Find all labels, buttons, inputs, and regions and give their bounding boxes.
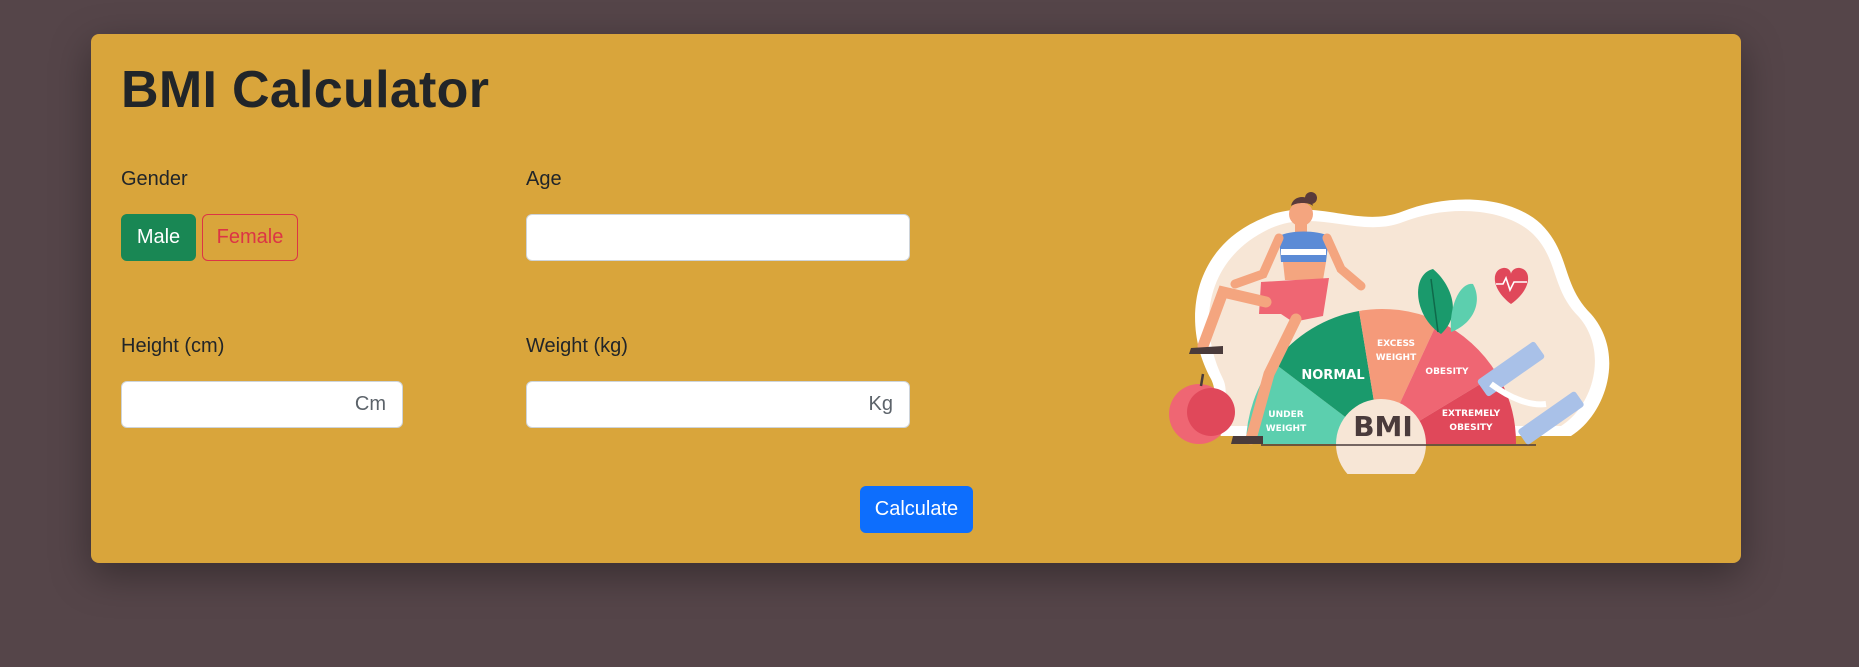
height-unit: Cm xyxy=(354,393,386,415)
gauge-excess-text-1: EXCESS xyxy=(1377,339,1415,349)
gauge-bmi-text: BMI xyxy=(1353,410,1413,443)
bmi-card: BMI Calculator Gender Male Female Age He… xyxy=(91,34,1741,563)
calculate-button[interactable]: Calculate xyxy=(860,486,973,533)
weight-unit: Kg xyxy=(868,393,893,415)
age-input[interactable] xyxy=(526,214,910,261)
gauge-excess-text-2: WEIGHT xyxy=(1376,353,1417,363)
gauge-obesity-text: OBESITY xyxy=(1425,367,1469,377)
gauge-extreme-text-1: EXTREMELY xyxy=(1442,409,1501,419)
female-button[interactable]: Female xyxy=(202,214,298,261)
height-label: Height (cm) xyxy=(121,335,225,357)
height-input[interactable]: Cm xyxy=(121,381,403,428)
gender-label: Gender xyxy=(121,168,188,190)
page-title: BMI Calculator xyxy=(121,61,490,119)
gauge-under-text-2: WEIGHT xyxy=(1266,424,1307,434)
gauge-normal-text: NORMAL xyxy=(1301,368,1364,383)
male-button[interactable]: Male xyxy=(121,214,196,261)
age-label: Age xyxy=(526,168,562,190)
bmi-illustration: BMI NORMAL UNDER WEIGHT EXCESS WEIGHT OB… xyxy=(1169,192,1610,474)
weight-input[interactable]: Kg xyxy=(526,381,910,428)
weight-label: Weight (kg) xyxy=(526,335,628,357)
gauge-extreme-text-2: OBESITY xyxy=(1449,423,1493,433)
gauge-under-text-1: UNDER xyxy=(1268,410,1303,420)
